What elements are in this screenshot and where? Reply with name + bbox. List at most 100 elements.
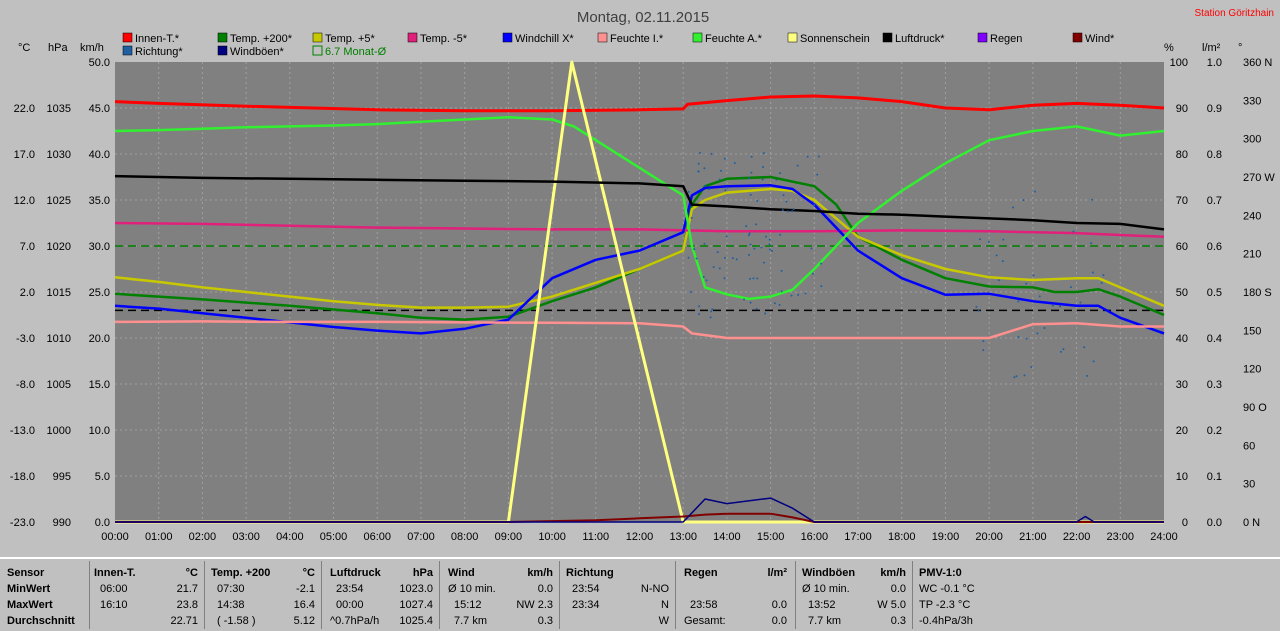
direction-point — [745, 225, 748, 228]
legend-swatch — [977, 32, 988, 43]
y-tick-dir: 240 — [1243, 210, 1261, 222]
hdr-innen: Innen-T. — [94, 567, 136, 579]
direction-point — [1102, 274, 1105, 277]
y-tick-dir: 210 — [1243, 249, 1261, 261]
unit-regen: l/m² — [767, 567, 787, 579]
unit-innen: °C — [185, 567, 198, 579]
legend-label: 6.7 Monat-Ø — [325, 46, 387, 58]
direction-point — [785, 200, 788, 203]
y-tick-speed: 10.0 — [89, 425, 110, 437]
legend-label: Temp. +200* — [230, 33, 293, 45]
y-tick-temp: 12.0 — [14, 195, 35, 207]
legend-swatch — [597, 32, 608, 43]
direction-point — [690, 216, 693, 219]
hdr-richtung: Richtung — [566, 567, 614, 579]
direction-point — [778, 303, 781, 306]
y-tick-rain: 0.9 — [1207, 103, 1222, 115]
direction-point — [733, 162, 736, 165]
chart: 00:00 01:00 02:00 03:00 04:00 05:00 06:00 07:00… — [0, 0, 1280, 555]
row-max: MaxWert — [7, 599, 53, 611]
legend-label: Windböen* — [230, 46, 285, 58]
direction-point — [1015, 375, 1018, 378]
y-tick-temp: 2.0 — [20, 287, 35, 299]
y-tick-speed: 45.0 — [89, 103, 110, 115]
direction-point — [747, 234, 750, 237]
x-tick-label: 04:00 — [276, 531, 304, 543]
legend-label: Temp. -5* — [420, 33, 468, 45]
direction-point — [816, 173, 819, 176]
unit-deg: ° — [1238, 42, 1242, 54]
legend-label: Regen — [990, 33, 1022, 45]
direction-point — [820, 285, 823, 288]
y-tick-dir: 90 O — [1243, 402, 1267, 414]
stats-table: Sensor MinWert MaxWert Durchschnitt Inne… — [0, 557, 1280, 631]
boeen-avg-val: 0.3 — [890, 615, 906, 627]
direction-point — [697, 170, 700, 173]
boeen-avg10-val: 0.0 — [890, 583, 906, 595]
y-tick-press: 1015 — [47, 287, 71, 299]
hdr-sensor: Sensor — [7, 567, 45, 579]
y-tick-percent: 80 — [1176, 149, 1188, 161]
direction-point — [710, 152, 713, 155]
x-tick-label: 17:00 — [844, 531, 872, 543]
col-temp200: Temp. +200 °C 07:30 -2.1 14:38 16.4 ( -1… — [205, 561, 322, 629]
legend-label: Innen-T.* — [135, 33, 180, 45]
direction-point — [711, 308, 714, 311]
regen-total-label: Gesamt: — [684, 615, 726, 627]
y-tick-temp: -3.0 — [16, 333, 35, 345]
x-tick-label: 11:00 — [582, 531, 609, 543]
unit-rain: l/m² — [1202, 42, 1221, 54]
richtung-avg-val: W — [658, 615, 669, 627]
unit-temp: °C — [18, 42, 30, 54]
direction-point — [752, 277, 755, 280]
wind-avg10-val: 0.0 — [537, 583, 553, 595]
direction-point — [748, 253, 751, 256]
hdr-pmv: PMV-1:0 — [919, 567, 962, 579]
direction-point — [768, 238, 771, 241]
direction-point — [982, 340, 985, 343]
direction-point — [704, 184, 707, 187]
direction-point — [698, 313, 701, 316]
y-tick-press: 1030 — [47, 149, 71, 161]
direction-point — [718, 267, 721, 270]
legend-swatch — [122, 32, 133, 43]
y-tick-rain: 0.5 — [1207, 287, 1222, 299]
direction-point — [687, 190, 690, 193]
y-tick-percent: 10 — [1176, 471, 1188, 483]
direction-point — [1002, 238, 1005, 241]
direction-point — [810, 247, 813, 250]
richtung-max-time: 23:34 — [572, 599, 600, 611]
col-innen: Innen-T. °C 06:00 21.7 16:10 23.8 22.71 — [90, 561, 205, 629]
boeen-distance: 7.7 km — [808, 615, 842, 627]
direction-point — [797, 293, 800, 296]
col-regen: Regen l/m² 23:58 0.0 Gesamt: 0.0 — [676, 561, 796, 629]
pmv-tp: TP -2.3 °C — [919, 599, 971, 611]
x-tick-label: 05:00 — [320, 531, 348, 543]
direction-point — [702, 276, 705, 279]
direction-point — [750, 171, 753, 174]
direction-point — [756, 199, 759, 202]
x-tick-label: 07:00 — [407, 531, 435, 543]
direction-point — [811, 272, 814, 275]
boeen-avg10-label: Ø 10 min. — [802, 583, 850, 595]
regen-max-val: 0.0 — [771, 599, 787, 611]
legend-label: Windchill X* — [515, 33, 574, 45]
y-tick-speed: 35.0 — [89, 195, 110, 207]
legend-swatch — [217, 45, 228, 56]
hdr-wind: Wind — [448, 567, 475, 579]
legend-swatch — [1072, 32, 1083, 43]
temp200-avg-val: 5.12 — [293, 615, 315, 627]
direction-point — [1022, 199, 1025, 202]
y-tick-press: 990 — [53, 517, 71, 529]
y-tick-percent: 40 — [1176, 333, 1188, 345]
x-tick-label: 22:00 — [1063, 531, 1091, 543]
temp200-min-val: -2.1 — [296, 583, 315, 595]
direction-point — [747, 177, 750, 180]
direction-point — [748, 232, 751, 235]
x-tick-label: 00:00 — [101, 531, 129, 543]
direction-point — [1079, 301, 1082, 304]
direction-point — [699, 152, 702, 155]
y-tick-dir: 360 N — [1243, 57, 1272, 69]
direction-point — [755, 223, 758, 226]
legend-swatch — [312, 32, 323, 43]
